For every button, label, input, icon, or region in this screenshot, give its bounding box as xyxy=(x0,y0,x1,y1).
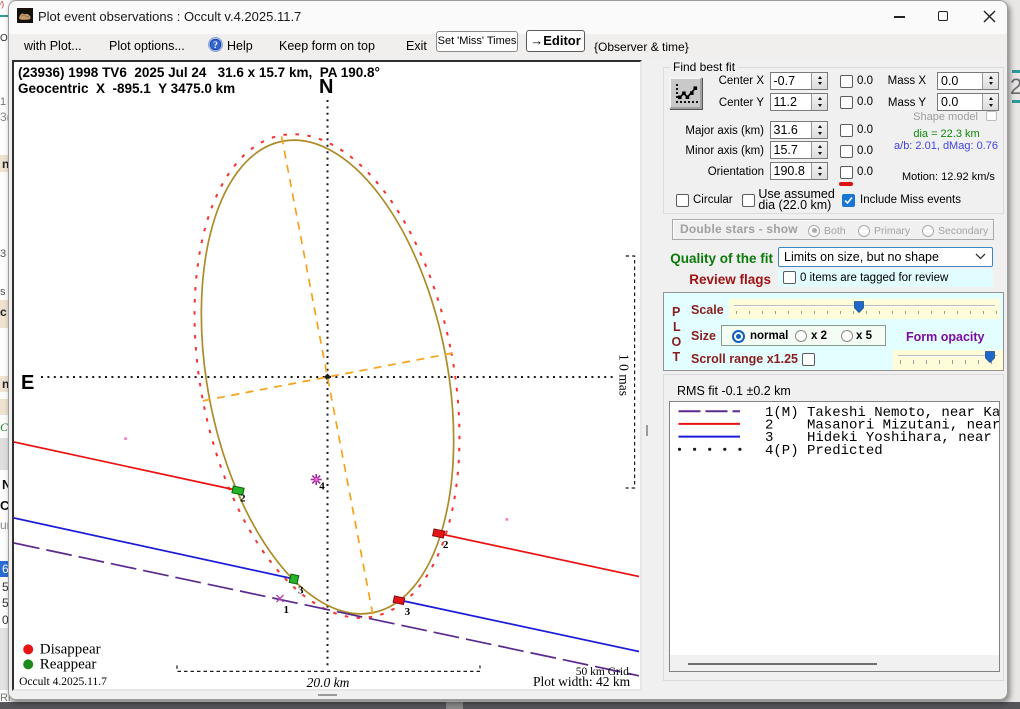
svg-text:2: 2 xyxy=(443,539,449,551)
svg-text:3: 3 xyxy=(405,606,411,618)
svg-text:4(P) Predicted: 4(P) Predicted xyxy=(765,442,883,458)
svg-text:Disappear: Disappear xyxy=(40,642,101,658)
svg-text:2: 2 xyxy=(240,493,246,505)
svg-text:?: ? xyxy=(213,41,218,51)
svg-text:20.0 km: 20.0 km xyxy=(307,675,350,689)
svg-text:1: 1 xyxy=(284,604,290,616)
svg-text:N: N xyxy=(319,76,333,98)
svg-text:Geocentric X -895.1 Y 3475.: Geocentric X -895.1 Y 3475.0 km xyxy=(18,81,235,96)
svg-text:3: 3 xyxy=(298,585,304,597)
svg-text:1 0 mas: 1 0 mas xyxy=(617,354,632,396)
svg-text:4: 4 xyxy=(319,481,325,493)
svg-text:Plot width: 42 km: Plot width: 42 km xyxy=(533,674,631,689)
svg-text:Occult 4.2025.11.7: Occult 4.2025.11.7 xyxy=(19,676,107,688)
svg-text:E: E xyxy=(21,372,34,394)
svg-text:Reappear: Reappear xyxy=(40,657,97,673)
